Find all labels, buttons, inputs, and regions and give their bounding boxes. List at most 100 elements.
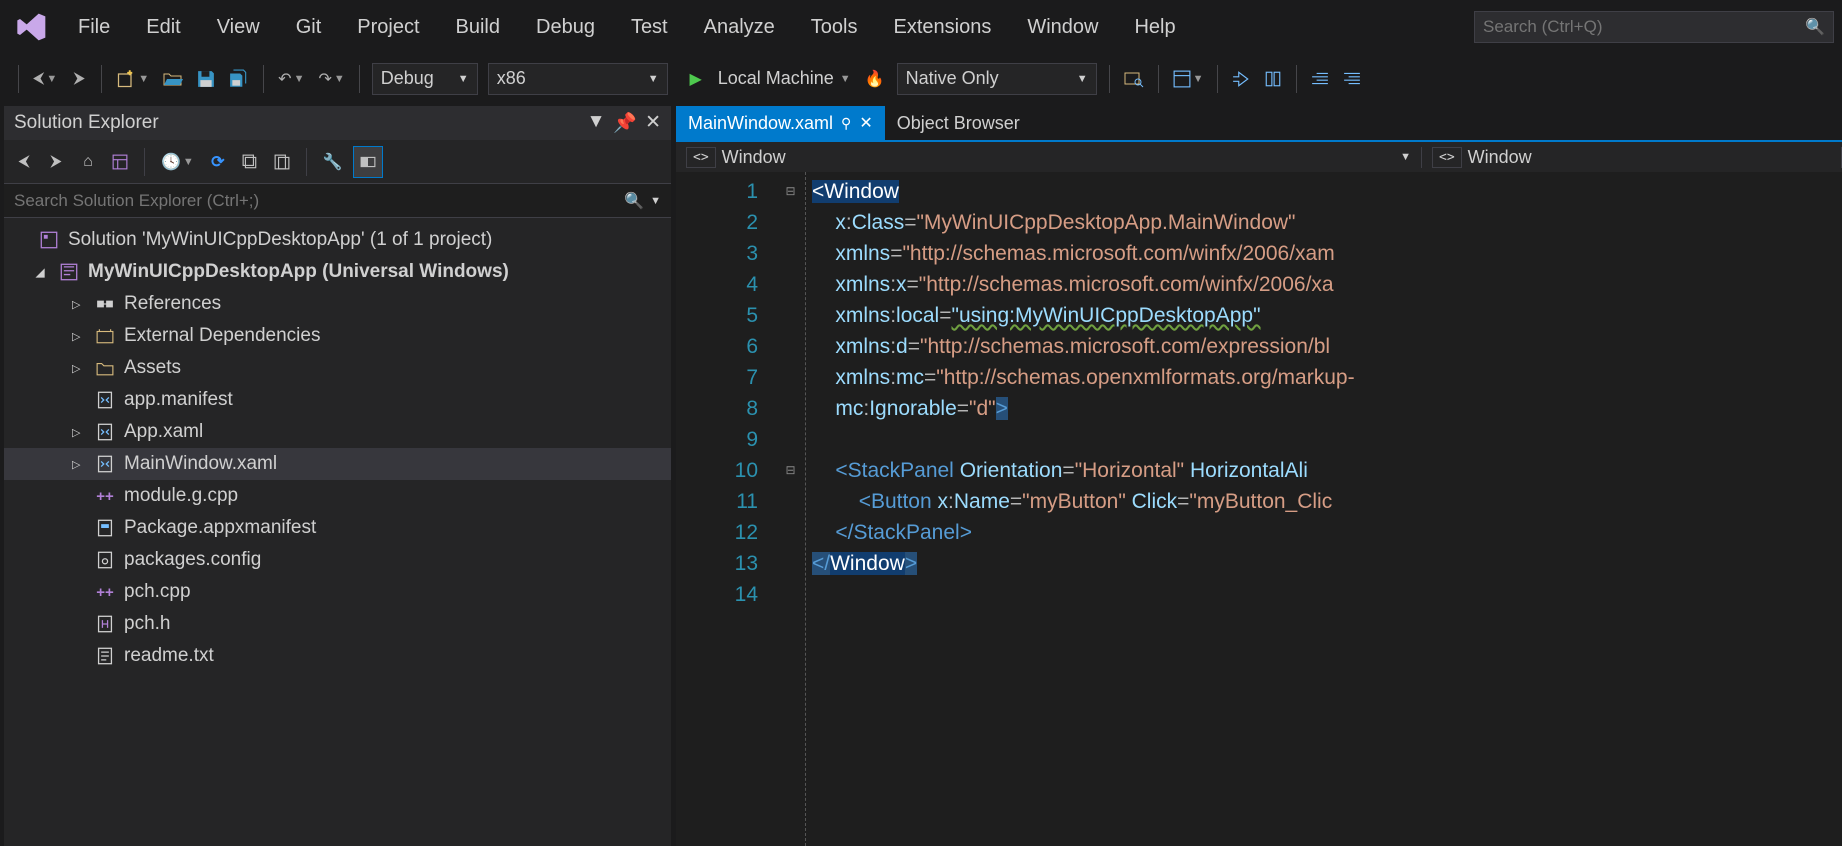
menu-project[interactable]: Project: [339, 8, 437, 47]
expand-icon[interactable]: ▷: [72, 458, 86, 471]
solution-icon: [38, 231, 60, 249]
global-search-input[interactable]: [1483, 17, 1805, 37]
expand-icon[interactable]: ▷: [72, 426, 86, 439]
solution-search-input[interactable]: [14, 191, 624, 211]
tab-label: MainWindow.xaml: [688, 113, 833, 134]
code-editor[interactable]: 1234567891011121314 ⊟ ⊟ <Window x:Class=…: [676, 172, 1842, 846]
find-in-files-icon[interactable]: [1118, 63, 1150, 95]
dropdown-icon[interactable]: ▼: [650, 195, 661, 207]
vs-logo-icon: [12, 7, 52, 47]
redo-button[interactable]: ↷▼: [312, 63, 350, 95]
platform-combo[interactable]: x86▼: [488, 63, 668, 95]
save-all-button[interactable]: [223, 63, 255, 95]
editor-tab[interactable]: MainWindow.xaml ⚲ ✕: [676, 106, 885, 140]
tree-item[interactable]: app.manifest: [4, 384, 671, 416]
menu-window[interactable]: Window: [1009, 8, 1116, 47]
collapse-all-icon[interactable]: [236, 146, 264, 178]
breadcrumb-scope[interactable]: <> Window ▼: [676, 147, 1422, 168]
configuration-combo[interactable]: Debug▼: [372, 63, 478, 95]
separator: [359, 65, 360, 93]
menu-help[interactable]: Help: [1116, 8, 1193, 47]
debug-target-combo[interactable]: Local Machine▼: [712, 63, 857, 95]
indent-icon[interactable]: [1337, 63, 1367, 95]
editor-tabs: MainWindow.xaml ⚲ ✕ Object Browser: [676, 106, 1842, 140]
nav-back-button[interactable]: ⮜▼: [27, 63, 63, 95]
home-icon[interactable]: ⌂: [74, 146, 102, 178]
tree-item-label: pch.h: [124, 613, 170, 635]
preview-selected-icon[interactable]: [353, 146, 383, 178]
tree-item[interactable]: ▷App.xaml: [4, 416, 671, 448]
solution-tree: Solution 'MyWinUICppDesktopApp' (1 of 1 …: [4, 218, 671, 678]
pending-changes-icon[interactable]: 🕓▼: [155, 146, 200, 178]
forward-icon[interactable]: ⮞: [42, 146, 70, 178]
fold-gutter[interactable]: ⊟ ⊟: [776, 172, 806, 846]
file-icon: [94, 455, 116, 473]
close-icon[interactable]: ✕: [859, 113, 872, 133]
solution-root[interactable]: Solution 'MyWinUICppDesktopApp' (1 of 1 …: [4, 224, 671, 256]
tree-item[interactable]: ▷References: [4, 288, 671, 320]
file-icon: [94, 647, 116, 665]
file-icon: [94, 423, 116, 441]
sync-icon[interactable]: ⟳: [204, 146, 232, 178]
tree-item[interactable]: readme.txt: [4, 640, 671, 672]
menu-edit[interactable]: Edit: [128, 8, 198, 47]
tree-item[interactable]: pch.h: [4, 608, 671, 640]
step-into-icon[interactable]: [1226, 63, 1256, 95]
step-over-icon[interactable]: [1258, 63, 1288, 95]
expand-icon[interactable]: ◢: [36, 266, 50, 279]
file-icon: [94, 519, 116, 537]
properties-icon[interactable]: 🔧: [317, 146, 349, 178]
separator: [1296, 65, 1297, 93]
undo-button[interactable]: ↶▼: [272, 63, 310, 95]
save-button[interactable]: [191, 63, 221, 95]
line-number-gutter: 1234567891011121314: [676, 172, 776, 846]
project-icon: [58, 263, 80, 281]
pin-icon[interactable]: ⚲: [841, 115, 851, 132]
debugger-type-combo[interactable]: Native Only▼: [897, 63, 1097, 95]
tree-item[interactable]: ▷ Assets: [4, 352, 671, 384]
separator: [1158, 65, 1159, 93]
close-icon[interactable]: ✕: [645, 111, 661, 135]
file-icon: ++: [94, 584, 116, 601]
open-file-button[interactable]: [157, 63, 189, 95]
tree-item[interactable]: ▷External Dependencies: [4, 320, 671, 352]
new-item-button[interactable]: ▼: [110, 63, 155, 95]
code-content[interactable]: <Window x:Class="MyWinUICppDesktopApp.Ma…: [806, 172, 1842, 846]
browser-link-icon[interactable]: ▼: [1167, 63, 1210, 95]
switch-view-icon[interactable]: [106, 146, 134, 178]
menu-debug[interactable]: Debug: [518, 8, 613, 47]
expand-icon[interactable]: ▷: [72, 330, 86, 343]
hot-reload-icon[interactable]: 🔥: [859, 63, 891, 95]
project-node[interactable]: ◢ MyWinUICppDesktopApp (Universal Window…: [4, 256, 671, 288]
panel-title: Solution Explorer: [14, 112, 159, 134]
separator: [263, 65, 264, 93]
menu-extensions[interactable]: Extensions: [875, 8, 1009, 47]
menu-tools[interactable]: Tools: [793, 8, 876, 47]
outdent-icon[interactable]: [1305, 63, 1335, 95]
menu-file[interactable]: File: [60, 8, 128, 47]
start-debug-button[interactable]: ▶: [682, 63, 710, 95]
tree-item-label: Assets: [124, 357, 181, 379]
dropdown-icon[interactable]: ▼: [587, 111, 606, 135]
solution-explorer-toolbar: ⮜ ⮞ ⌂ 🕓▼ ⟳ 🔧: [4, 140, 671, 184]
nav-forward-button[interactable]: ⮞: [65, 63, 93, 95]
tree-item[interactable]: ▷MainWindow.xaml: [4, 448, 671, 480]
menu-git[interactable]: Git: [278, 8, 340, 47]
tree-item[interactable]: packages.config: [4, 544, 671, 576]
editor-tab[interactable]: Object Browser: [885, 106, 1032, 140]
show-all-files-icon[interactable]: [268, 146, 296, 178]
tree-item[interactable]: ++pch.cpp: [4, 576, 671, 608]
global-search[interactable]: 🔍: [1474, 11, 1834, 43]
tree-item[interactable]: ++module.g.cpp: [4, 480, 671, 512]
menu-analyze[interactable]: Analyze: [686, 8, 793, 47]
menu-test[interactable]: Test: [613, 8, 686, 47]
back-icon[interactable]: ⮜: [10, 146, 38, 178]
solution-explorer-search[interactable]: 🔍 ▼: [4, 184, 671, 218]
pin-icon[interactable]: 📌: [613, 111, 637, 135]
breadcrumb-member[interactable]: <> Window: [1422, 147, 1842, 168]
expand-icon[interactable]: ▷: [72, 362, 86, 375]
menu-build[interactable]: Build: [438, 8, 518, 47]
menu-view[interactable]: View: [199, 8, 278, 47]
expand-icon[interactable]: ▷: [72, 298, 86, 311]
tree-item[interactable]: Package.appxmanifest: [4, 512, 671, 544]
